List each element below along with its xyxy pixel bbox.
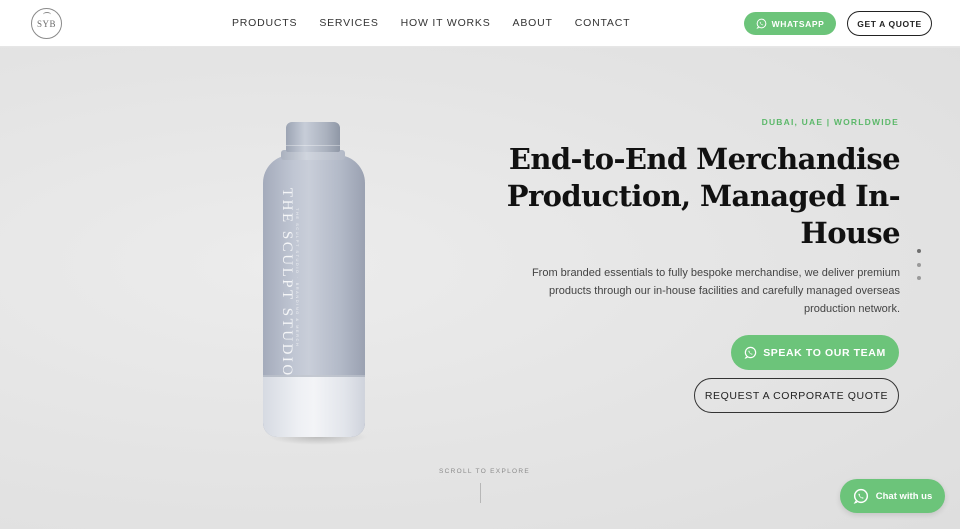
scroll-to-explore-label: SCROLL TO EXPLORE	[439, 468, 530, 475]
main-nav: PRODUCTS SERVICES HOW IT WORKS ABOUT CON…	[232, 17, 630, 29]
brand-logo[interactable]: SYB	[31, 8, 62, 39]
get-a-quote-button[interactable]: GET A QUOTE	[847, 11, 932, 36]
bottle-print: THE SCULPT STUDIO THE SCULPT STUDIO · BR…	[278, 188, 302, 378]
hero-description: From branded essentials to fully bespoke…	[531, 267, 900, 315]
speak-to-team-button[interactable]: SPEAK TO OUR TEAM	[731, 335, 899, 370]
nav-item-products[interactable]: PRODUCTS	[232, 17, 297, 29]
whatsapp-button[interactable]: WHATSAPP	[744, 12, 836, 35]
chat-with-us-button[interactable]: Chat with us	[840, 479, 945, 513]
slider-dot-2[interactable]	[917, 263, 921, 267]
whatsapp-icon	[756, 18, 766, 29]
bottle-frosted-base	[263, 375, 365, 437]
headline-line-2: Production, Managed In-	[506, 179, 901, 213]
whatsapp-icon	[744, 346, 757, 359]
bottle-cap	[286, 122, 340, 152]
nav-item-services[interactable]: SERVICES	[319, 17, 378, 29]
nav-item-contact[interactable]: CONTACT	[575, 17, 631, 29]
headline-line-1: End-to-End Merchandise	[508, 142, 901, 176]
whatsapp-icon	[853, 488, 868, 504]
logo-text: SYB	[36, 18, 56, 29]
get-a-quote-label: GET A QUOTE	[857, 18, 922, 29]
top-navigation-bar: SYB PRODUCTS SERVICES HOW IT WORKS ABOUT…	[0, 0, 960, 47]
scroll-indicator-line	[480, 483, 481, 503]
headline-line-3: House	[800, 216, 900, 250]
speak-to-team-label: SPEAK TO OUR TEAM	[763, 346, 886, 359]
hero-location: DUBAI, UAE | WORLDWIDE	[761, 117, 899, 127]
slider-dots	[917, 249, 921, 283]
hero-headline: End-to-End Merchandise Production, Manag…	[500, 141, 901, 252]
bottle-brand-text: THE SCULPT STUDIO	[279, 188, 295, 378]
slider-dot-3[interactable]	[917, 276, 921, 280]
bottle-subtext: THE SCULPT STUDIO · BRANDING & MERCH	[295, 208, 300, 348]
request-corporate-quote-label: REQUEST A CORPORATE QUOTE	[704, 389, 889, 402]
slider-dot-1[interactable]	[917, 249, 921, 253]
chat-with-us-label: Chat with us	[875, 490, 933, 502]
whatsapp-button-label: WHATSAPP	[771, 18, 825, 29]
logo-leaf-icon	[43, 12, 51, 17]
nav-item-how-it-works[interactable]: HOW IT WORKS	[401, 17, 491, 29]
nav-item-about[interactable]: ABOUT	[513, 17, 553, 29]
request-corporate-quote-button[interactable]: REQUEST A CORPORATE QUOTE	[694, 378, 899, 413]
